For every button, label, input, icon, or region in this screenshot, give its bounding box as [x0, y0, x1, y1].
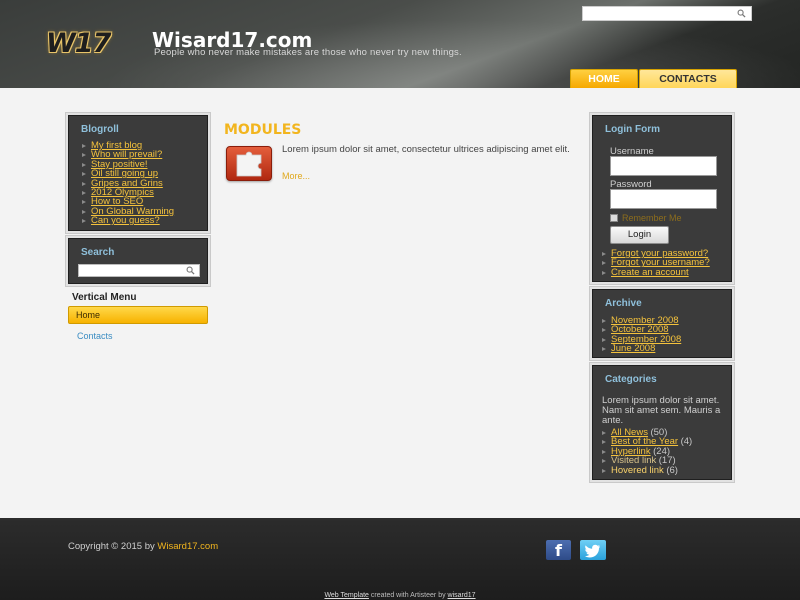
module-description: Lorem ipsum dolor sit amet, consectetur … — [282, 144, 570, 155]
categories-list: All News (50) Best of the Year (4) Hyper… — [601, 428, 692, 475]
list-item: Hovered link (6) — [601, 464, 692, 476]
create-account-link[interactable]: Create an account — [611, 267, 689, 278]
archive-title: Archive — [605, 298, 642, 309]
archive-list: November 2008 October 2008 September 200… — [601, 316, 681, 354]
credit-text: created with Artisteer by — [368, 592, 448, 599]
search-block-title: Search — [81, 247, 115, 258]
username-field-box — [610, 156, 717, 176]
blogroll-list: My first blog Who will prevail? Stay pos… — [81, 141, 174, 226]
header-search-box — [582, 6, 752, 21]
site-slogan: People who never make mistakes are those… — [154, 47, 462, 58]
credit-line: Web Template created with Artisteer by w… — [0, 592, 800, 599]
list-item: June 2008 — [601, 344, 681, 353]
login-links: Forgot your password? Forgot your userna… — [601, 249, 710, 277]
vertical-menu-title: Vertical Menu — [72, 292, 137, 303]
remember-me-checkbox[interactable] — [610, 214, 618, 222]
blogroll-link[interactable]: Can you guess? — [91, 215, 160, 226]
more-link[interactable]: More... — [282, 171, 310, 181]
login-button[interactable]: Login — [610, 226, 669, 244]
category-link[interactable]: Hovered link — [611, 465, 664, 476]
blogroll-block: Blogroll My first blog Who will prevail?… — [68, 115, 208, 231]
list-item: Can you guess? — [81, 216, 174, 225]
remember-me[interactable]: Remember Me — [610, 213, 682, 223]
copyright-brand-link[interactable]: Wisard17.com — [157, 541, 218, 552]
category-count: (4) — [680, 436, 693, 448]
nav-tab-home[interactable]: HOME — [570, 69, 638, 88]
archive-link[interactable]: June 2008 — [611, 343, 655, 354]
author-link[interactable]: wisard17 — [448, 592, 476, 599]
sidebar-search-input[interactable] — [79, 265, 179, 276]
logo[interactable]: W17 — [46, 28, 111, 59]
categories-title: Categories — [605, 374, 657, 385]
copyright-text: Copyright © 2015 by — [68, 541, 158, 552]
username-field[interactable] — [611, 157, 716, 175]
remember-me-label: Remember Me — [622, 213, 682, 223]
copyright: Copyright © 2015 by Wisard17.com — [68, 541, 218, 552]
list-item: Create an account — [601, 268, 710, 277]
vertical-menu-item-contacts[interactable]: Contacts — [77, 331, 113, 341]
sidebar-search-box — [78, 264, 200, 277]
facebook-icon[interactable]: f — [546, 540, 571, 560]
categories-block: Categories Lorem ipsum dolor sit amet. N… — [592, 365, 732, 480]
puzzle-icon — [226, 146, 272, 181]
header-search-input[interactable] — [583, 7, 733, 20]
archive-block: Archive November 2008 October 2008 Septe… — [592, 289, 732, 358]
category-count: (6) — [666, 464, 678, 476]
header: W17 Wisard17.com People who never make m… — [0, 0, 800, 88]
nav-tab-contacts[interactable]: CONTACTS — [639, 69, 737, 88]
vertical-menu-item-home[interactable]: Home — [68, 306, 208, 324]
blogroll-title: Blogroll — [81, 124, 119, 135]
password-field[interactable] — [611, 190, 716, 208]
search-icon[interactable] — [186, 266, 195, 275]
search-block: Search — [68, 238, 208, 284]
twitter-icon[interactable] — [580, 540, 606, 560]
categories-description: Lorem ipsum dolor sit amet. Nam sit amet… — [602, 395, 721, 426]
page-title: MODULES — [224, 122, 302, 138]
password-field-box — [610, 189, 717, 209]
web-template-link[interactable]: Web Template — [324, 592, 369, 599]
search-icon[interactable] — [737, 9, 746, 18]
footer: Copyright © 2015 by Wisard17.com f Web T… — [0, 518, 800, 600]
login-title: Login Form — [605, 124, 660, 135]
login-block: Login Form Username Password Remember Me… — [592, 115, 732, 282]
